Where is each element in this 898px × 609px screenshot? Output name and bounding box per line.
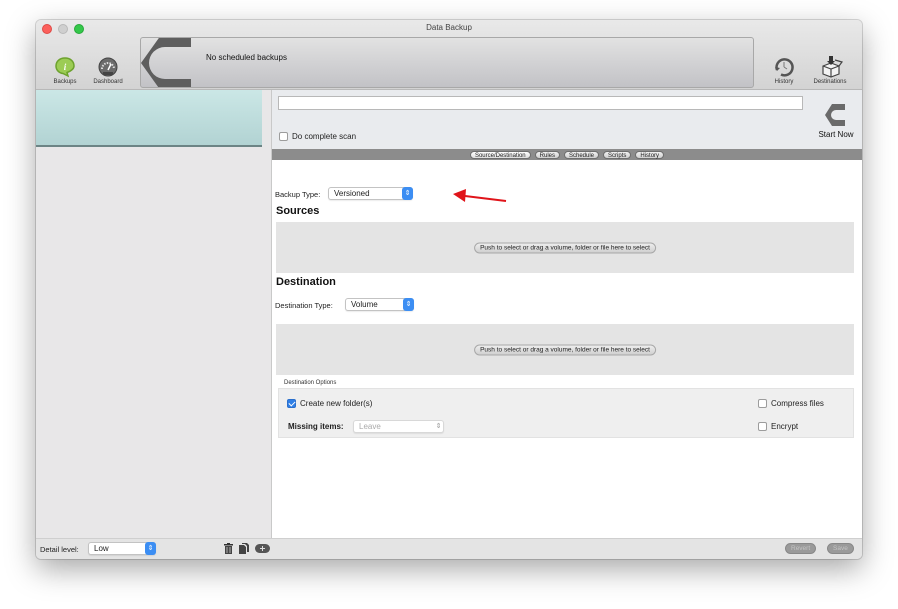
create-folders-checkbox[interactable]	[287, 399, 296, 408]
destination-heading: Destination	[276, 276, 336, 288]
start-now-button[interactable]: Start Now	[814, 102, 858, 139]
tab-source-destination[interactable]: Source/Destination	[469, 150, 531, 159]
backup-type-select[interactable]: Versioned ⇕	[328, 187, 413, 200]
compress-files-checkbox[interactable]	[758, 399, 767, 408]
annotation-red-arrow-icon	[453, 189, 507, 202]
backup-detail-panel: Do complete scan Start Now Source/Destin…	[272, 90, 862, 538]
big-back-arrow-icon	[141, 38, 191, 87]
tab-rules[interactable]: Rules	[534, 150, 560, 159]
encrypt-checkbox-row[interactable]: Encrypt	[758, 422, 798, 431]
destination-drop-zone[interactable]: Push to select or drag a volume, folder …	[276, 324, 854, 375]
select-stepper-icon: ⇕	[145, 542, 156, 555]
encrypt-checkbox[interactable]	[758, 422, 767, 431]
backups-label: Backups	[53, 79, 77, 85]
backup-header-panel: Do complete scan Start Now	[272, 90, 862, 149]
complete-scan-checkbox[interactable]	[279, 132, 288, 141]
backup-name-input[interactable]	[278, 96, 803, 110]
compress-files-checkbox-row[interactable]: Compress files	[758, 399, 824, 408]
destination-type-value: Volume	[351, 300, 378, 309]
select-stepper-icon: ⇕	[403, 298, 414, 311]
info-bubble-icon: i	[54, 56, 76, 78]
schedule-status-area: No scheduled backups	[140, 37, 754, 88]
backup-type-label: Backup Type:	[275, 190, 321, 199]
destination-options-box: Create new folder(s) Missing items: Leav…	[278, 388, 854, 438]
box-download-icon	[819, 56, 844, 78]
backup-list-item-selected[interactable]	[36, 90, 262, 147]
trash-icon[interactable]	[224, 543, 233, 554]
complete-scan-checkbox-row[interactable]: Do complete scan	[279, 132, 356, 141]
app-window: Data Backup i Backups Dashboard No sched…	[36, 20, 862, 559]
sources-drop-zone[interactable]: Push to select or drag a volume, folder …	[276, 222, 854, 273]
destination-type-label: Destination Type:	[275, 301, 333, 310]
tab-history[interactable]: History	[635, 150, 665, 159]
schedule-status-text: No scheduled backups	[206, 53, 287, 62]
dashboard-label: Dashboard	[93, 79, 123, 85]
revert-button[interactable]: Revert	[785, 543, 817, 554]
destinations-label: Destinations	[813, 79, 847, 85]
history-label: History	[774, 79, 794, 85]
tab-scripts[interactable]: Scripts	[603, 150, 632, 159]
detail-level-label: Detail level:	[40, 545, 79, 554]
dashboard-button[interactable]: Dashboard	[88, 56, 128, 85]
detail-level-value: Low	[94, 544, 109, 553]
backups-button[interactable]: i Backups	[50, 56, 80, 85]
compress-files-label: Compress files	[771, 399, 824, 408]
destination-type-select[interactable]: Volume ⇕	[345, 298, 414, 311]
backup-list-sidebar	[36, 90, 272, 538]
select-stepper-icon: ⇕	[435, 423, 442, 430]
sources-select-button[interactable]: Push to select or drag a volume, folder …	[474, 242, 656, 253]
encrypt-label: Encrypt	[771, 422, 799, 431]
create-folders-checkbox-row[interactable]: Create new folder(s)	[287, 399, 372, 408]
duplicate-icon[interactable]	[239, 543, 249, 554]
sources-heading: Sources	[276, 205, 320, 217]
tab-schedule[interactable]: Schedule	[564, 150, 600, 159]
save-button[interactable]: Save	[827, 543, 854, 554]
missing-items-value: Leave	[359, 422, 381, 431]
create-folders-label: Create new folder(s)	[300, 399, 373, 408]
tab-bar: Source/Destination Rules Schedule Script…	[272, 149, 862, 160]
backup-type-value: Versioned	[334, 189, 370, 198]
add-backup-icon[interactable]	[255, 544, 270, 553]
destinations-button[interactable]: Destinations	[806, 56, 854, 85]
history-clock-icon	[773, 56, 795, 78]
gauge-icon	[97, 56, 119, 78]
detail-level-select[interactable]: Low ⇕	[88, 542, 156, 555]
window-title: Data Backup	[426, 23, 472, 32]
detail-bottom-bar: Revert Save	[272, 538, 862, 559]
destination-select-button[interactable]: Push to select or drag a volume, folder …	[474, 344, 656, 355]
complete-scan-label: Do complete scan	[292, 132, 357, 141]
missing-items-select[interactable]: Leave ⇕	[353, 420, 444, 433]
destination-options-label: Destination Options	[284, 380, 337, 386]
toolbar: Data Backup i Backups Dashboard No sched…	[36, 20, 862, 90]
history-button[interactable]: History	[769, 56, 799, 85]
missing-items-label: Missing items:	[288, 422, 344, 431]
sidebar-bottom-bar: Detail level: Low ⇕	[36, 538, 272, 559]
select-stepper-icon: ⇕	[402, 187, 413, 200]
start-now-label: Start Now	[818, 130, 854, 139]
start-now-arrow-icon	[825, 104, 845, 126]
